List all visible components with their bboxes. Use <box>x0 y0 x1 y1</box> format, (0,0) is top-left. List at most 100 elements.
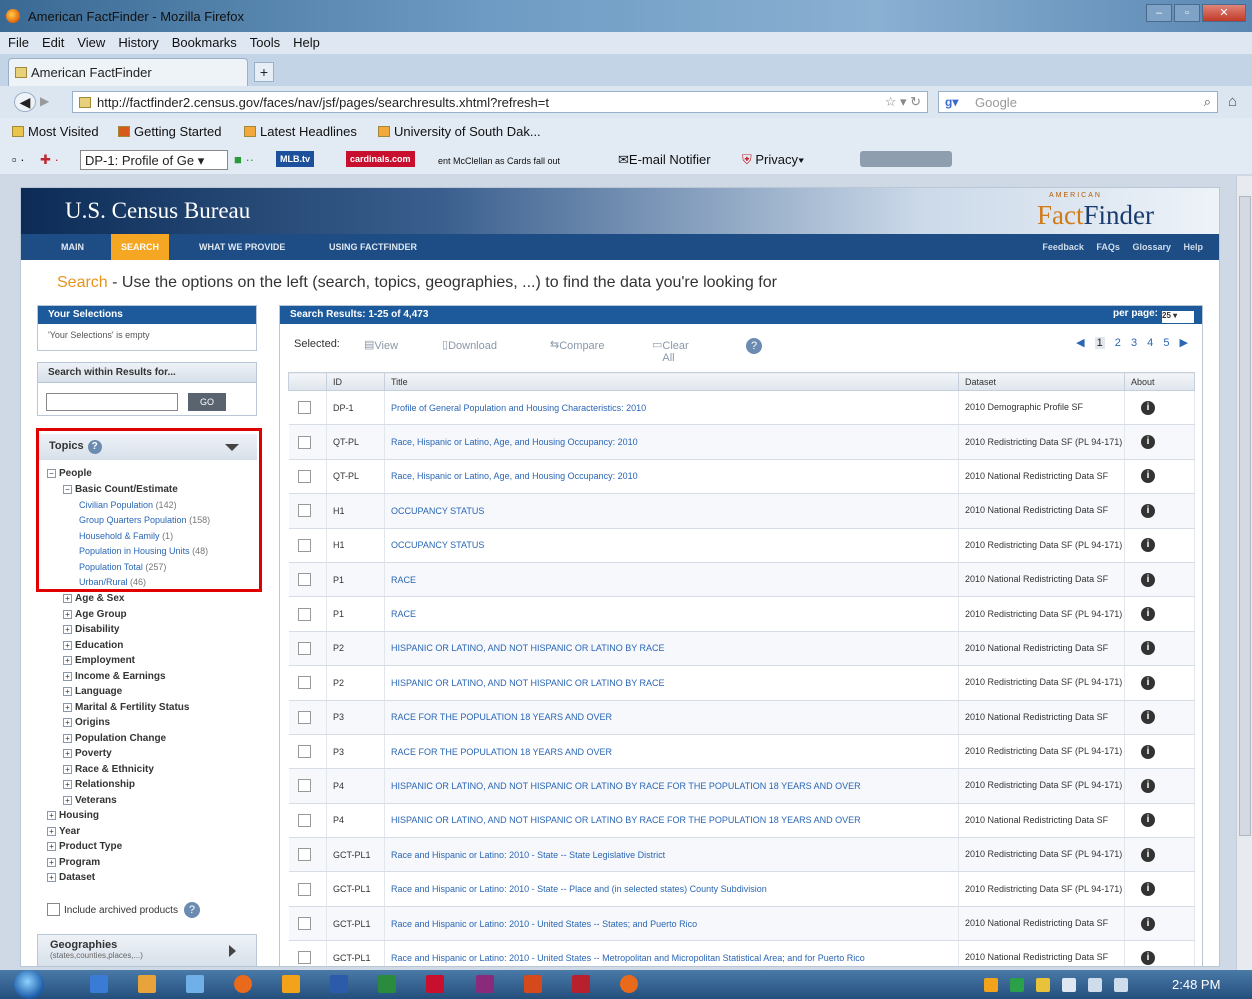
column-header-dataset[interactable]: Dataset <box>958 372 1125 391</box>
row-checkbox[interactable] <box>297 504 311 518</box>
table-row[interactable]: P2 HISPANIC OR LATINO, AND NOT HISPANIC O… <box>288 665 1195 701</box>
bookmark-latest-headlines[interactable]: Latest Headlines <box>244 124 357 139</box>
table-row[interactable]: H1 OCCUPANCY STATUS 2010 Redistricting Dat… <box>288 528 1195 563</box>
info-icon[interactable]: i <box>1141 744 1155 759</box>
table-row[interactable]: P1 RACE 2010 Redistricting Data SF (PL 94-… <box>288 596 1195 632</box>
firefox-taskbar-icon[interactable] <box>234 975 252 993</box>
row-title-link[interactable]: Race and Hispanic or Latino: 2010 - Unit… <box>384 940 959 966</box>
expand-icon[interactable]: + <box>63 594 72 603</box>
menu-file[interactable]: File <box>0 32 34 50</box>
tree-node-program[interactable]: + Program <box>47 857 100 868</box>
nav-faqs[interactable]: FAQs <box>1096 242 1120 252</box>
row-title-link[interactable]: RACE <box>384 596 959 632</box>
page-link[interactable]: 1 <box>1094 337 1105 349</box>
view-button[interactable]: ▤ View <box>364 338 398 352</box>
table-row[interactable]: P4 HISPANIC OR LATINO, AND NOT HISPANIC O… <box>288 768 1195 804</box>
tree-node[interactable]: + Marital & Fertility Status <box>63 702 189 713</box>
tree-node-product-type[interactable]: + Product Type <box>47 841 122 852</box>
row-checkbox[interactable] <box>297 779 311 793</box>
row-checkbox[interactable] <box>297 676 311 690</box>
menu-bookmarks[interactable]: Bookmarks <box>164 32 242 50</box>
table-row[interactable]: QT-PL Race, Hispanic or Latino, Age, and … <box>288 424 1195 460</box>
search-bar[interactable]: g▾ Google ⌕ <box>938 91 1218 113</box>
per-page-select[interactable]: 25 ▾ <box>1162 311 1194 323</box>
row-title-link[interactable]: Race and Hispanic or Latino: 2010 - Unit… <box>384 906 959 942</box>
tree-node-dataset[interactable]: + Dataset <box>47 872 95 883</box>
search-engine-icon[interactable]: g▾ <box>945 95 958 109</box>
row-checkbox[interactable] <box>297 882 311 896</box>
flag-icon[interactable] <box>1062 978 1076 992</box>
census-bureau-logo[interactable]: U.S. Census Bureau <box>65 198 250 224</box>
row-checkbox[interactable] <box>297 710 311 724</box>
toolbar-page-icon[interactable]: ▫ · <box>12 152 25 167</box>
row-title-link[interactable]: HISPANIC OR LATINO, AND NOT HISPANIC OR … <box>384 803 959 839</box>
expand-icon[interactable]: + <box>63 625 72 634</box>
info-icon[interactable]: i <box>1141 538 1155 553</box>
acrobat-taskbar-icon[interactable] <box>426 975 444 993</box>
geographies-panel[interactable]: Geographies (states,counties,places,...) <box>37 934 257 966</box>
go-button[interactable]: GO <box>188 393 226 411</box>
table-row[interactable]: P3 RACE FOR THE POPULATION 18 YEARS AND O… <box>288 734 1195 770</box>
tray-icon[interactable] <box>1010 978 1024 992</box>
row-checkbox[interactable] <box>297 951 311 965</box>
expand-icon[interactable]: + <box>63 734 72 743</box>
row-title-link[interactable]: RACE FOR THE POPULATION 18 YEARS AND OVE… <box>384 700 959 735</box>
row-title-link[interactable]: Race and Hispanic or Latino: 2010 - Stat… <box>384 837 959 873</box>
taskbar-clock[interactable]: 2:48 PM <box>1172 977 1220 992</box>
nav-what-we-provide[interactable]: WHAT WE PROVIDE <box>189 234 295 260</box>
expand-icon[interactable]: + <box>63 703 72 712</box>
row-title-link[interactable]: HISPANIC OR LATINO, AND NOT HISPANIC OR … <box>384 631 959 667</box>
page-link[interactable]: 2 <box>1115 337 1121 349</box>
info-icon[interactable]: i <box>1141 641 1155 656</box>
info-icon[interactable]: i <box>1141 813 1155 828</box>
bookmark-university[interactable]: University of South Dak... <box>378 124 541 139</box>
expand-icon[interactable]: + <box>47 873 56 882</box>
menu-view[interactable]: View <box>69 32 110 50</box>
powerpoint-taskbar-icon[interactable] <box>524 975 542 993</box>
reader-taskbar-icon[interactable] <box>572 975 590 993</box>
url-bar[interactable]: http://factfinder2.census.gov/faces/nav/… <box>72 91 928 113</box>
column-header-id[interactable]: ID <box>326 372 385 391</box>
table-row[interactable]: GCT-PL1 Race and Hispanic or Latino: 2010… <box>288 940 1195 966</box>
clear-all-button[interactable]: ▭ Clear All <box>652 338 689 364</box>
row-title-link[interactable]: OCCUPANCY STATUS <box>384 493 959 529</box>
word-taskbar-icon[interactable] <box>330 975 348 993</box>
excel-taskbar-icon[interactable] <box>378 975 396 993</box>
row-title-link[interactable]: Profile of General Population and Housin… <box>384 390 959 426</box>
network-icon[interactable] <box>1088 978 1102 992</box>
scrollbar-thumb[interactable] <box>1239 196 1251 836</box>
volume-icon[interactable] <box>1114 978 1128 992</box>
row-checkbox[interactable] <box>297 573 311 587</box>
toolbar-addon-icon[interactable]: ✚ · <box>40 152 59 168</box>
tree-node[interactable]: + Income & Earnings <box>63 671 166 682</box>
info-icon[interactable]: i <box>1141 572 1155 587</box>
expand-icon[interactable]: + <box>63 672 72 681</box>
row-checkbox[interactable] <box>297 469 311 483</box>
bookmark-getting-started[interactable]: Getting Started <box>118 124 221 139</box>
tray-icon[interactable] <box>984 978 998 992</box>
maximize-button[interactable]: ▫ <box>1174 4 1200 22</box>
table-row[interactable]: QT-PL Race, Hispanic or Latino, Age, and … <box>288 459 1195 495</box>
tree-node[interactable]: + Poverty <box>63 748 112 759</box>
expand-icon[interactable]: + <box>47 827 56 836</box>
table-row[interactable]: GCT-PL1 Race and Hispanic or Latino: 2010… <box>288 906 1195 942</box>
back-arrow-icon[interactable]: ◀ <box>14 92 36 112</box>
expand-icon[interactable]: + <box>63 641 72 650</box>
row-checkbox[interactable] <box>297 538 311 552</box>
download-button[interactable]: ▯ Download <box>442 338 497 352</box>
nav-search[interactable]: SEARCH <box>111 234 170 260</box>
info-icon[interactable]: i <box>1141 882 1155 897</box>
home-icon[interactable]: ⌂ <box>1228 93 1237 110</box>
expand-icon[interactable]: + <box>63 749 72 758</box>
start-button[interactable] <box>14 970 44 999</box>
tree-node[interactable]: + Origins <box>63 717 110 728</box>
cardinals-badge[interactable]: cardinals.com <box>346 151 415 167</box>
page-link[interactable]: 5 <box>1163 337 1169 349</box>
expand-icon[interactable]: + <box>63 796 72 805</box>
forward-arrow-icon[interactable]: ▶ <box>40 94 49 108</box>
outlook-taskbar-icon[interactable] <box>282 975 300 993</box>
table-row[interactable]: H1 OCCUPANCY STATUS 2010 National Redistri… <box>288 493 1195 529</box>
row-title-link[interactable]: Race and Hispanic or Latino: 2010 - Stat… <box>384 871 959 907</box>
tree-node[interactable]: + Relationship <box>63 779 135 790</box>
privacy-menu[interactable]: ⛨ Privacy▾ <box>742 152 804 168</box>
